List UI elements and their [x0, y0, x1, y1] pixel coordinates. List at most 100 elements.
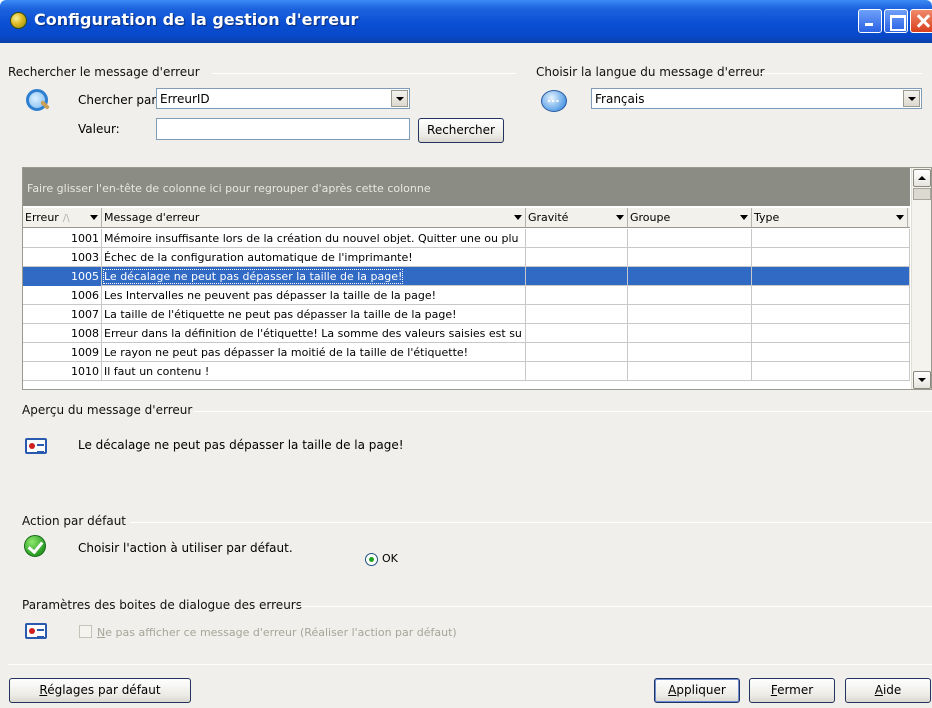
- cell-groupe[interactable]: [628, 248, 752, 267]
- grid-group-panel[interactable]: Faire glisser l'en-tête de colonne ici p…: [23, 168, 910, 206]
- scroll-down-button[interactable]: [913, 371, 931, 389]
- cell-message[interactable]: Le rayon ne peut pas dépasser la moitié …: [102, 343, 526, 362]
- search-button-label: Rechercher: [427, 123, 495, 137]
- cell-erreur[interactable]: 1008: [23, 324, 102, 343]
- cell-message[interactable]: Erreur dans la définition de l'étiquette…: [102, 324, 526, 343]
- cell-groupe[interactable]: [628, 286, 752, 305]
- column-header-message[interactable]: Message d'erreur: [102, 208, 526, 227]
- table-row[interactable]: 1008 Erreur dans la définition de l'étiqu…: [23, 324, 910, 343]
- language-select[interactable]: Français: [591, 88, 922, 109]
- preview-group-divider: [194, 411, 932, 412]
- dialog-settings-icon: [25, 623, 47, 639]
- search-button[interactable]: Rechercher: [418, 118, 504, 143]
- table-row[interactable]: 1007 La taille de l'étiquette ne peut pas…: [23, 305, 910, 324]
- chevron-down-icon[interactable]: [90, 215, 98, 220]
- cell-type[interactable]: [752, 286, 910, 305]
- cell-erreur[interactable]: 1003: [23, 248, 102, 267]
- cell-message-text: Le rayon ne peut pas dépasser la moitié …: [104, 346, 469, 359]
- table-row[interactable]: 1005 Le décalage ne peut pas dépasser la …: [23, 267, 910, 286]
- cell-erreur[interactable]: 1001: [23, 229, 102, 248]
- column-header-erreur[interactable]: Erreur/\: [23, 208, 102, 227]
- maximize-button[interactable]: [884, 9, 908, 33]
- chevron-down-icon[interactable]: [391, 90, 408, 107]
- grid-scrollbar[interactable]: [911, 168, 931, 389]
- search-group-divider: [212, 73, 516, 74]
- language-group-divider: [760, 73, 922, 74]
- error-grid[interactable]: Faire glisser l'en-tête de colonne ici p…: [22, 167, 932, 390]
- chevron-down-icon[interactable]: [514, 215, 522, 220]
- cell-gravite[interactable]: [526, 229, 628, 248]
- cell-erreur[interactable]: 1009: [23, 343, 102, 362]
- cell-message[interactable]: Mémoire insuffisante lors de la création…: [102, 229, 526, 248]
- preview-group-label: Aperçu du message d'erreur: [22, 403, 193, 417]
- search-by-select[interactable]: ErreurID: [156, 88, 410, 109]
- cell-message[interactable]: Les Intervalles ne peuvent pas dépasser …: [102, 286, 526, 305]
- cell-message-text: Les Intervalles ne peuvent pas dépasser …: [104, 289, 436, 302]
- cell-type[interactable]: [752, 343, 910, 362]
- cell-erreur[interactable]: 1010: [23, 362, 102, 381]
- cell-message[interactable]: La taille de l'étiquette ne peut pas dép…: [102, 305, 526, 324]
- radio-ok-label[interactable]: OK: [382, 552, 398, 565]
- cell-message[interactable]: Il faut un contenu !: [102, 362, 526, 381]
- table-row[interactable]: 1001 Mémoire insuffisante lors de la créa…: [23, 229, 910, 248]
- radio-ok[interactable]: [365, 553, 378, 566]
- cell-groupe[interactable]: [628, 324, 752, 343]
- title-bar[interactable]: Configuration de la gestion d'erreur: [0, 0, 932, 43]
- cell-groupe[interactable]: [628, 362, 752, 381]
- minimize-button[interactable]: [858, 9, 882, 33]
- column-header-gravite[interactable]: Gravité: [526, 208, 628, 227]
- column-header-label: Erreur: [25, 211, 59, 224]
- cell-gravite[interactable]: [526, 343, 628, 362]
- cell-message[interactable]: Le décalage ne peut pas dépasser la tail…: [102, 267, 526, 286]
- cell-erreur[interactable]: 1006: [23, 286, 102, 305]
- help-button[interactable]: Aide: [845, 678, 931, 703]
- defaults-button[interactable]: Réglages par défaut: [9, 678, 191, 703]
- cell-type[interactable]: [752, 324, 910, 343]
- cell-gravite[interactable]: [526, 305, 628, 324]
- column-header-groupe[interactable]: Groupe: [628, 208, 752, 227]
- cell-type[interactable]: [752, 305, 910, 324]
- close-button[interactable]: Fermer: [749, 678, 835, 703]
- cell-gravite[interactable]: [526, 248, 628, 267]
- cell-erreur-text: 1009: [71, 346, 99, 359]
- cell-message[interactable]: Échec de la configuration automatique de…: [102, 248, 526, 267]
- dialog-params-group-divider: [294, 606, 932, 607]
- cell-type[interactable]: [752, 229, 910, 248]
- cell-erreur-text: 1010: [71, 365, 99, 378]
- cell-type[interactable]: [752, 248, 910, 267]
- cell-groupe[interactable]: [628, 343, 752, 362]
- grid-header: Erreur/\ Message d'erreur Gravité Groupe…: [23, 208, 910, 228]
- cell-groupe[interactable]: [628, 229, 752, 248]
- cell-gravite[interactable]: [526, 286, 628, 305]
- cell-gravite[interactable]: [526, 267, 628, 286]
- apply-button[interactable]: Appliquer: [654, 678, 740, 703]
- cell-erreur[interactable]: 1005: [23, 267, 102, 286]
- scroll-thumb[interactable]: [913, 188, 931, 200]
- cell-erreur[interactable]: 1007: [23, 305, 102, 324]
- value-input[interactable]: [156, 118, 410, 140]
- cell-type[interactable]: [752, 267, 910, 286]
- column-header-type[interactable]: Type: [752, 208, 908, 227]
- hide-message-label[interactable]: Ne pas afficher ce message d'erreur (Réa…: [97, 626, 457, 639]
- cell-gravite[interactable]: [526, 324, 628, 343]
- cell-groupe[interactable]: [628, 267, 752, 286]
- chevron-down-icon[interactable]: [740, 215, 748, 220]
- table-row[interactable]: 1010 Il faut un contenu !: [23, 362, 910, 381]
- window-title: Configuration de la gestion d'erreur: [34, 10, 359, 29]
- cell-groupe[interactable]: [628, 305, 752, 324]
- message-card-icon: [25, 438, 47, 454]
- chevron-down-icon[interactable]: [896, 215, 904, 220]
- chevron-down-icon[interactable]: [903, 90, 920, 107]
- table-row[interactable]: 1006 Les Intervalles ne peuvent pas dépas…: [23, 286, 910, 305]
- scroll-up-button[interactable]: [913, 169, 931, 187]
- speech-bubble-icon: [541, 90, 567, 114]
- column-header-label: Type: [754, 211, 780, 224]
- table-row[interactable]: 1003 Échec de la configuration automatiqu…: [23, 248, 910, 267]
- chevron-down-icon[interactable]: [616, 215, 624, 220]
- table-row[interactable]: 1009 Le rayon ne peut pas dépasser la moi…: [23, 343, 910, 362]
- cell-type[interactable]: [752, 362, 910, 381]
- cell-gravite[interactable]: [526, 362, 628, 381]
- language-group-label: Choisir la langue du message d'erreur: [536, 65, 765, 79]
- close-window-button[interactable]: [910, 9, 932, 33]
- hide-message-checkbox[interactable]: [79, 625, 92, 638]
